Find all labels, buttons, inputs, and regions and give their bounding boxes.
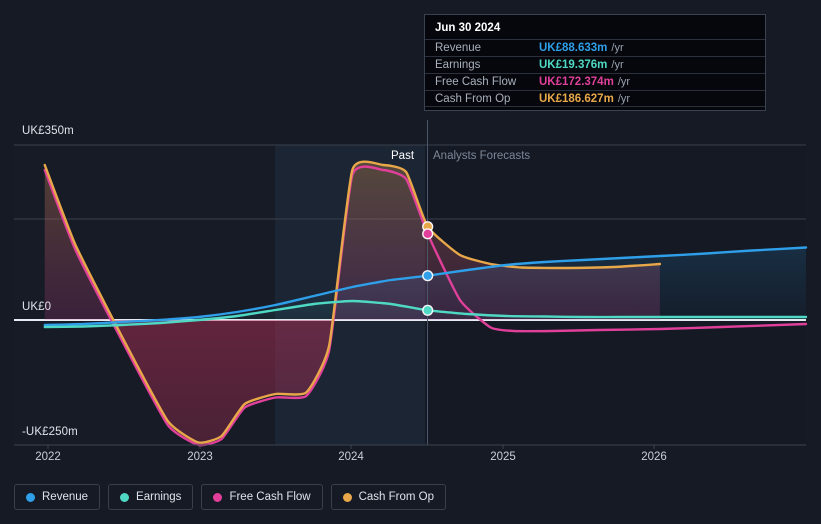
- chart-legend: Revenue Earnings Free Cash Flow Cash Fro…: [14, 484, 447, 510]
- legend-dot-free-cash-flow-icon: [213, 492, 223, 502]
- tooltip-label-cash-from-op: Cash From Op: [435, 92, 511, 105]
- x-axis-label-2025: 2025: [490, 451, 516, 463]
- legend-dot-earnings-icon: [120, 492, 130, 502]
- tooltip-unit-earnings: /yr: [611, 59, 624, 71]
- chart-screenshot: UK£350m UK£0 -UK£250m 2022 2023 2024 202…: [0, 0, 821, 524]
- legend-dot-cash-from-op-icon: [342, 492, 352, 502]
- x-axis-label-2023: 2023: [187, 451, 213, 463]
- tooltip-row-earnings: Earnings UK£19.376m /yr: [425, 56, 765, 73]
- tooltip-label-earnings: Earnings: [435, 59, 481, 71]
- legend-item-revenue[interactable]: Revenue: [14, 484, 101, 510]
- tooltip-value-cash-from-op: UK£186.627m: [539, 92, 614, 105]
- legend-item-free-cash-flow[interactable]: Free Cash Flow: [201, 484, 323, 510]
- marker-free-cash-flow: [423, 229, 432, 239]
- legend-label-earnings: Earnings: [136, 491, 182, 503]
- legend-dot-revenue-icon: [26, 492, 35, 502]
- legend-item-earnings[interactable]: Earnings: [108, 484, 194, 510]
- tooltip-unit-cash-from-op: /yr: [617, 92, 631, 105]
- y-axis-label-bottom: -UK£250m: [22, 426, 78, 438]
- legend-item-cash-from-op[interactable]: Cash From Op: [330, 484, 447, 510]
- tooltip-unit-free-cash-flow: /yr: [617, 76, 631, 88]
- x-axis-label-2024: 2024: [338, 451, 364, 463]
- marker-earnings: [423, 306, 432, 315]
- tooltip-label-free-cash-flow: Free Cash Flow: [435, 76, 517, 88]
- tooltip-value-earnings: UK£19.376m: [539, 59, 608, 71]
- x-axis-label-2026: 2026: [641, 451, 667, 463]
- tooltip-row-cash-from-op: Cash From Op UK£186.627m /yr: [425, 90, 765, 107]
- legend-label-cash-from-op: Cash From Op: [358, 491, 435, 503]
- y-axis-label-zero: UK£0: [22, 301, 52, 313]
- marker-revenue: [423, 271, 432, 280]
- tooltip-row-revenue: Revenue UK£88.633m /yr: [425, 39, 765, 56]
- tooltip-unit-revenue: /yr: [611, 42, 624, 54]
- data-tooltip: Jun 30 2024 Revenue UK£88.633m /yr Earni…: [424, 14, 766, 111]
- tooltip-label-revenue: Revenue: [435, 42, 482, 54]
- tooltip-value-free-cash-flow: UK£172.374m: [539, 76, 614, 88]
- tooltip-row-free-cash-flow: Free Cash Flow UK£172.374m /yr: [425, 73, 765, 90]
- legend-label-revenue: Revenue: [42, 491, 89, 503]
- x-axis-label-2022: 2022: [35, 451, 61, 463]
- y-axis-label-top: UK£350m: [22, 125, 74, 137]
- tooltip-value-revenue: UK£88.633m: [539, 42, 608, 54]
- legend-label-free-cash-flow: Free Cash Flow: [229, 491, 311, 503]
- period-label-forecast: Analysts Forecasts: [433, 150, 531, 162]
- tooltip-date: Jun 30 2024: [435, 22, 501, 34]
